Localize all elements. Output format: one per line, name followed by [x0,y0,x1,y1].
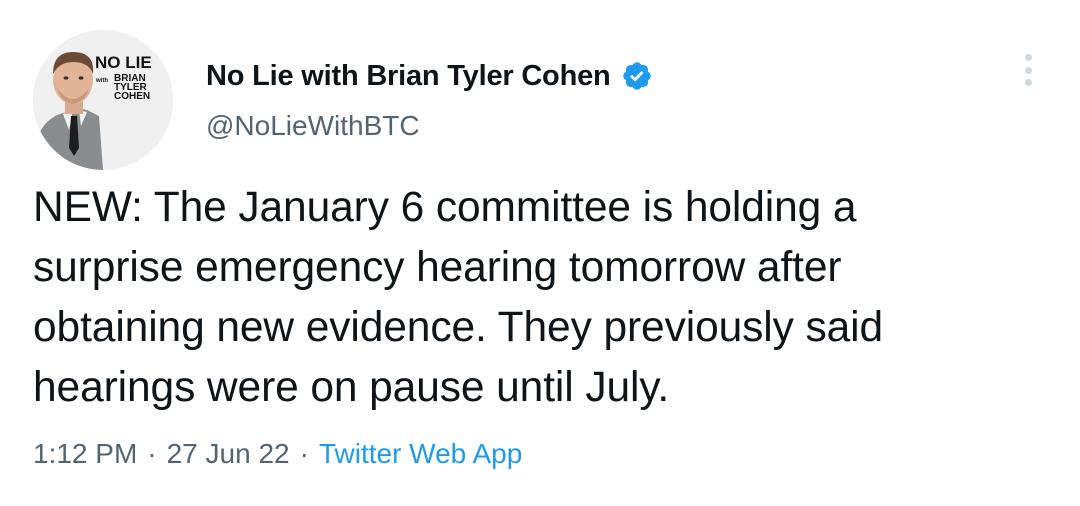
avatar-logo-line-1: NO LIE [95,53,152,72]
meta-separator: · [147,438,157,469]
more-dot [1024,54,1032,61]
author-display-name[interactable]: No Lie with Brian Tyler Cohen [206,60,611,93]
more-dot [1024,79,1032,86]
tweet-source-link[interactable]: Twitter Web App [319,438,522,470]
more-options-icon[interactable] [1010,50,1046,90]
author-handle[interactable]: @NoLieWithBTC [206,110,420,142]
tweet-meta: 1:12 PM · 27 Jun 22 · Twitter Web App [33,438,522,470]
meta-separator: · [299,438,309,469]
tweet-text: NEW: The January 6 committee is holding … [33,184,884,411]
tweet-time[interactable]: 1:12 PM [33,438,137,470]
verified-badge-icon [621,60,653,92]
author-name-row: No Lie with Brian Tyler Cohen [206,56,653,96]
tweet-card: NO LIE with BRIAN TYLER COHEN No Lie wit… [0,0,1080,506]
avatar-image: NO LIE with BRIAN TYLER COHEN [33,30,173,170]
avatar-logo-line-2: with [95,78,108,84]
tweet-date[interactable]: 27 Jun 22 [167,438,290,470]
avatar[interactable]: NO LIE with BRIAN TYLER COHEN [33,30,173,170]
avatar-logo-line-5: COHEN [114,91,150,102]
more-dot [1024,66,1032,74]
